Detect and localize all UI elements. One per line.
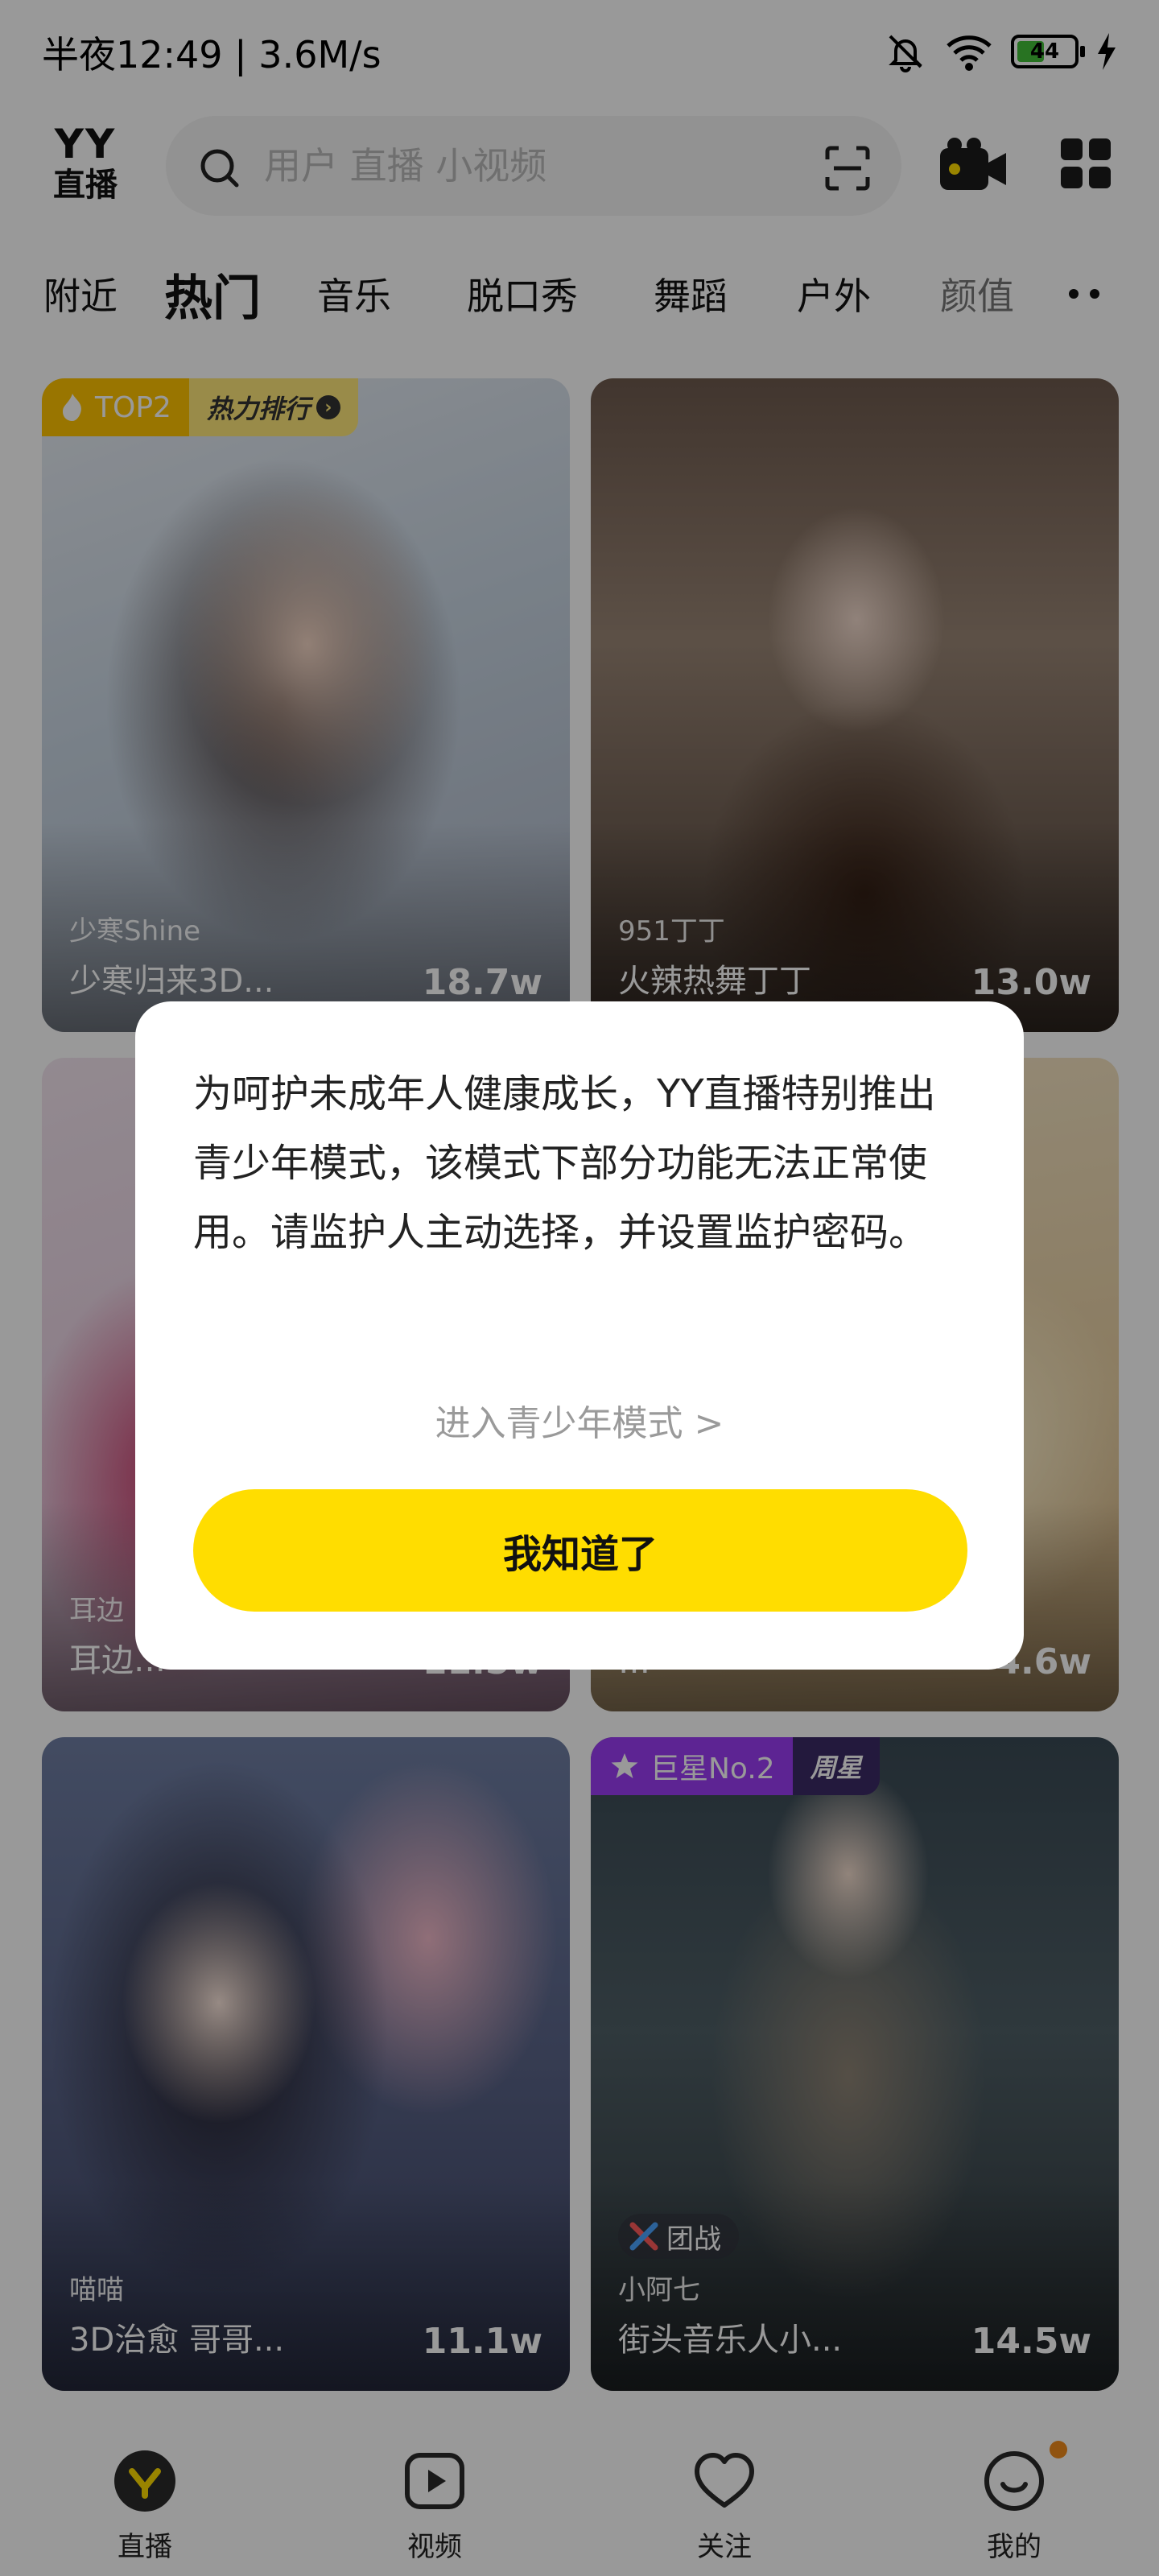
enter-teen-mode-link[interactable]: 进入青少年模式 >: [135, 1394, 1024, 1446]
dialog-message: 为呵护未成年人健康成长，YY直播特别推出青少年模式，该模式下部分功能无法正常使用…: [193, 1071, 936, 1255]
acknowledge-button[interactable]: 我知道了: [193, 1489, 967, 1612]
app-screen: 半夜12:49 | 3.6M/s 44 YY 直播 用户 直播 小视频 附近 热…: [0, 0, 1159, 2576]
teen-mode-dialog: 为呵护未成年人健康成长，YY直播特别推出青少年模式，该模式下部分功能无法正常使用…: [135, 1001, 1024, 1670]
